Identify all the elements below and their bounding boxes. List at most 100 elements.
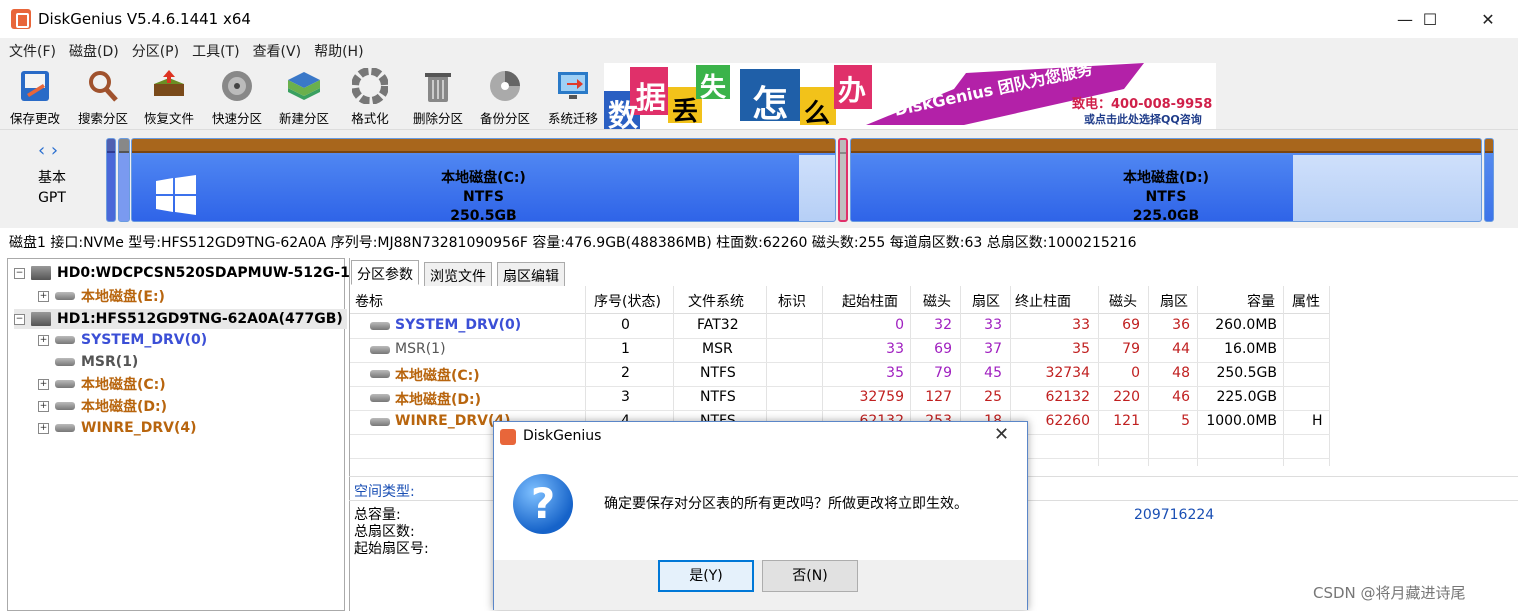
- partition-table-header: 卷标 序号(状态) 文件系统 标识 起始柱面 磁头 扇区 终止柱面 磁头 扇区 …: [350, 286, 1330, 314]
- search-partition-button[interactable]: 搜索分区: [68, 68, 138, 127]
- menu-file[interactable]: 文件(F): [0, 38, 60, 61]
- partition-c-text: 本地磁盘(C:) NTFS 250.5GB: [441, 170, 526, 222]
- partition-block-d[interactable]: 本地磁盘(D:) NTFS 225.0GB: [850, 138, 1482, 222]
- partition-icon: [55, 292, 75, 300]
- col-end-cyl[interactable]: 终止柱面: [1015, 291, 1071, 311]
- expand-icon[interactable]: +: [38, 334, 49, 346]
- tree-node-system-drv[interactable]: + SYSTEM_DRV(0): [38, 330, 207, 350]
- disk-map: ‹ › 基本 GPT 本地磁盘(C:) NTFS 250.5GB 本地磁盘(D:…: [0, 130, 1518, 228]
- menu-view[interactable]: 查看(V): [244, 38, 306, 61]
- partition-block-system[interactable]: [106, 138, 116, 222]
- ad-char-3: 丢: [672, 97, 699, 127]
- ad-char-6: 么: [804, 99, 831, 129]
- save-icon: [21, 71, 49, 101]
- expand-icon[interactable]: +: [38, 378, 49, 390]
- col-attr[interactable]: 属性: [1292, 291, 1320, 311]
- recover-icon: [154, 70, 184, 96]
- expand-icon[interactable]: +: [38, 400, 49, 412]
- tree-node-d[interactable]: + 本地磁盘(D:): [38, 396, 167, 416]
- col-volume[interactable]: 卷标: [355, 291, 383, 311]
- menu-tools[interactable]: 工具(T): [183, 38, 243, 61]
- col-end-sector[interactable]: 扇区: [1160, 291, 1188, 311]
- dialog-close-button[interactable]: ✕: [994, 424, 1009, 445]
- partition-block-msr[interactable]: [118, 138, 130, 222]
- col-start-cyl[interactable]: 起始柱面: [842, 291, 898, 311]
- col-index[interactable]: 序号(状态): [594, 291, 661, 311]
- disk-tree: − HD0:WDCPCSN520SDAPMUW-512G-1 + 本地磁盘(E:) …: [7, 258, 350, 611]
- ad-banner[interactable]: 数 据 丢 失 怎 么 办 DiskGenius 团队为您服务 致电：400-0…: [604, 63, 1216, 129]
- menu-disk[interactable]: 磁盘(D): [60, 38, 123, 61]
- close-button[interactable]: ✕: [1465, 0, 1511, 38]
- col-capacity[interactable]: 容量: [1247, 291, 1275, 311]
- ad-phone: 致电：400-008-9958: [1072, 97, 1213, 112]
- tree-node-e[interactable]: + 本地磁盘(E:): [38, 286, 165, 306]
- partition-icon: [370, 370, 390, 378]
- partition-d-text: 本地磁盘(D:) NTFS 225.0GB: [1122, 170, 1210, 222]
- save-changes-button[interactable]: 保存更改: [0, 68, 70, 127]
- disk-nav-arrows[interactable]: ‹ ›: [38, 140, 58, 161]
- no-button[interactable]: 否(N): [762, 560, 858, 592]
- partition-icon: [55, 380, 75, 388]
- tab-sector-edit[interactable]: 扇区编辑: [497, 262, 565, 287]
- collapse-icon[interactable]: −: [14, 313, 25, 325]
- new-partition-button[interactable]: 新建分区: [269, 68, 339, 127]
- total-sectors-value: 209716224: [1134, 507, 1215, 523]
- tree-node-msr[interactable]: MSR(1): [55, 352, 138, 372]
- ad-char-2: 据: [636, 81, 666, 116]
- partition-block-selected[interactable]: [838, 138, 848, 222]
- title-bar: DiskGenius V5.4.6.1441 x64 — ☐ ✕: [0, 0, 1518, 38]
- dialog-body: ? 确定要保存对分区表的所有更改吗？所做更改将立即生效。: [494, 454, 1027, 560]
- tree-node-hd0[interactable]: − HD0:WDCPCSN520SDAPMUW-512G-1: [14, 263, 350, 283]
- watermark: CSDN @将月藏进诗尾: [1313, 584, 1466, 602]
- tree-node-hd1[interactable]: − HD1:HFS512GD9TNG-62A0A(477GB): [14, 309, 347, 329]
- table-row[interactable]: MSR(1) 1 MSR 33 69 37 35 79 44 16.0MB: [350, 338, 1330, 362]
- table-row[interactable]: SYSTEM_DRV(0) 0 FAT32 0 32 33 33 69 36 2…: [350, 314, 1330, 338]
- col-start-sector[interactable]: 扇区: [972, 291, 1000, 311]
- delete-icon: [425, 73, 451, 102]
- tab-browse-files[interactable]: 浏览文件: [424, 262, 492, 287]
- ad-char-7: 办: [838, 74, 867, 107]
- col-end-head[interactable]: 磁头: [1109, 291, 1137, 311]
- tab-partition-params[interactable]: 分区参数: [351, 260, 419, 285]
- backup-partition-button[interactable]: 备份分区: [470, 68, 540, 127]
- maximize-button[interactable]: ☐: [1407, 0, 1453, 38]
- yes-button[interactable]: 是(Y): [658, 560, 754, 592]
- dialog-title: DiskGenius: [523, 428, 602, 444]
- col-filesystem[interactable]: 文件系统: [688, 291, 744, 311]
- disk-icon: [31, 266, 51, 280]
- disk-icon: [31, 312, 51, 326]
- delete-partition-button[interactable]: 删除分区: [403, 68, 473, 127]
- table-row[interactable]: 本地磁盘(C:) 2 NTFS 35 79 45 32734 0 48 250.…: [350, 362, 1330, 386]
- ad-char-1: 数: [608, 99, 638, 129]
- window-title: DiskGenius V5.4.6.1441 x64: [38, 10, 251, 28]
- partition-block-winre[interactable]: [1484, 138, 1494, 222]
- menu-bar: 文件(F) 磁盘(D) 分区(P) 工具(T) 查看(V) 帮助(H): [0, 38, 1518, 62]
- space-type-label: 空间类型:: [354, 484, 415, 500]
- backup-icon: [490, 71, 520, 101]
- expand-icon[interactable]: +: [38, 290, 49, 302]
- expand-icon[interactable]: +: [38, 422, 49, 434]
- collapse-icon[interactable]: −: [14, 267, 25, 279]
- migrate-icon: [558, 72, 588, 99]
- menu-help[interactable]: 帮助(H): [305, 38, 367, 61]
- format-button[interactable]: 格式化: [335, 68, 405, 127]
- tree-node-winre[interactable]: + WINRE_DRV(4): [38, 418, 197, 438]
- table-row[interactable]: 本地磁盘(D:) 3 NTFS 32759 127 25 62132 220 4…: [350, 386, 1330, 410]
- quick-partition-button[interactable]: 快速分区: [202, 68, 272, 127]
- menu-partition[interactable]: 分区(P): [123, 38, 183, 61]
- col-start-head[interactable]: 磁头: [923, 291, 951, 311]
- quick-partition-icon: [222, 71, 252, 101]
- recover-files-button[interactable]: 恢复文件: [134, 68, 204, 127]
- dialog-app-icon: [500, 429, 516, 445]
- confirm-dialog: DiskGenius ✕ ? 确定要保存对分区表的所有更改吗？所做更改将立即生效…: [493, 421, 1028, 610]
- format-icon: [352, 68, 388, 104]
- partition-icon: [370, 322, 390, 330]
- dialog-footer: 是(Y) 否(N): [494, 560, 1027, 610]
- col-flag[interactable]: 标识: [778, 291, 806, 311]
- search-icon: [89, 71, 118, 102]
- system-migrate-button[interactable]: 系统迁移: [538, 68, 608, 127]
- partition-block-c[interactable]: 本地磁盘(C:) NTFS 250.5GB: [131, 138, 836, 222]
- partition-icon: [370, 418, 390, 426]
- disk-info-bar: 磁盘1 接口:NVMe 型号:HFS512GD9TNG-62A0A 序列号:MJ…: [9, 235, 1137, 251]
- tree-node-c[interactable]: + 本地磁盘(C:): [38, 374, 166, 394]
